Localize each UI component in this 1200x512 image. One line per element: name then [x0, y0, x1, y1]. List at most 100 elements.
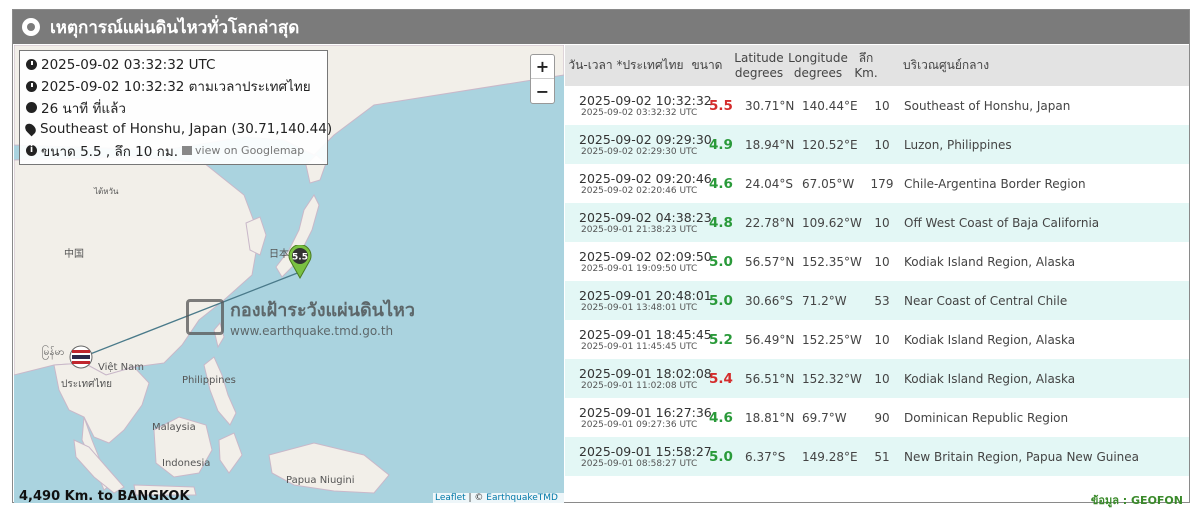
cell-region: Kodiak Island Region, Alaska [904, 254, 1076, 269]
cell-depth: 179 [870, 176, 894, 191]
info-location-line: Southeast of Honshu, Japan (30.71,140.44… [23, 119, 332, 141]
datetime-thai: 2025-09-01 20:48:01 [579, 288, 712, 303]
cell-datetime: 2025-09-02 09:29:30 2025-09-02 02:29:30 U… [579, 125, 712, 164]
col-header-depth-label: ลึก [858, 50, 874, 65]
cell-longitude: 71.2°W [802, 293, 847, 308]
bangkok-flag-marker[interactable] [69, 345, 93, 369]
data-source: ข้อมูล : GEOFON [1090, 494, 1183, 507]
cell-longitude: 152.35°W [802, 254, 862, 269]
table-row[interactable]: 2025-09-02 02:09:50 2025-09-01 19:09:50 U… [565, 242, 1189, 281]
cell-datetime: 2025-09-02 09:20:46 2025-09-02 02:20:46 U… [579, 164, 712, 203]
cell-longitude: 67.05°W [802, 176, 855, 191]
cell-depth: 51 [874, 449, 890, 464]
cell-magnitude: 4.6 [709, 175, 733, 192]
info-thai-time: 2025-09-02 10:32:32 ตามเวลาประเทศไทย [41, 79, 311, 96]
col-header-region: บริเวณศูนย์กลาง [903, 58, 990, 72]
map-label-indonesia: Indonesia [162, 458, 211, 469]
map-label-taiwan: ไต้หวัน [94, 187, 119, 196]
cell-longitude: 109.62°W [802, 215, 862, 230]
col-header-lat-unit: degrees [734, 65, 784, 80]
col-header-lat-label: Latitude [734, 50, 784, 65]
map-label-japan: 日本 [269, 249, 289, 260]
datetime-utc: 2025-09-01 09:27:36 UTC [581, 420, 698, 430]
cell-magnitude: 5.0 [709, 253, 733, 270]
googlemap-link[interactable]: view on Googlemap [182, 144, 304, 157]
datetime-thai: 2025-09-01 18:45:45 [579, 327, 712, 342]
cell-latitude: 56.49°N [745, 332, 795, 347]
epicenter-marker[interactable]: 5.5 [287, 245, 313, 279]
cell-depth: 10 [874, 137, 890, 152]
zoom-in-button[interactable]: + [531, 55, 554, 79]
col-header-lat: Latitude degrees [731, 45, 787, 86]
cell-latitude: 24.04°S [745, 176, 793, 191]
cell-depth: 10 [874, 371, 890, 386]
cell-datetime: 2025-09-02 02:09:50 2025-09-01 19:09:50 U… [579, 242, 712, 281]
datetime-thai: 2025-09-01 18:02:08 [579, 366, 712, 381]
cell-datetime: 2025-09-02 10:32:32 2025-09-02 03:32:32 U… [579, 86, 712, 125]
cell-latitude: 56.57°N [745, 254, 795, 269]
datetime-thai: 2025-09-02 02:09:50 [579, 249, 712, 264]
cell-longitude: 152.25°W [802, 332, 862, 347]
datetime-utc: 2025-09-02 03:32:32 UTC [581, 108, 698, 118]
clock-icon [26, 59, 37, 71]
map-label-malaysia: Malaysia [152, 422, 196, 433]
map-label-papua: Papua Niugini [286, 475, 355, 486]
table-row[interactable]: 2025-09-01 18:02:08 2025-09-01 11:02:08 U… [565, 359, 1189, 398]
clock-icon [26, 80, 37, 92]
cell-magnitude: 5.4 [709, 370, 733, 387]
datetime-thai: 2025-09-02 09:29:30 [579, 132, 712, 147]
earthquaketmd-link[interactable]: EarthquakeTMD [486, 493, 558, 503]
datetime-utc: 2025-09-01 11:45:45 UTC [581, 342, 698, 352]
table-row[interactable]: 2025-09-02 04:38:23 2025-09-01 21:38:23 U… [565, 203, 1189, 242]
seismograph-logo-icon [186, 298, 224, 335]
leaflet-link[interactable]: Leaflet [435, 493, 466, 503]
table-row[interactable]: 2025-09-01 16:27:36 2025-09-01 09:27:36 U… [565, 398, 1189, 437]
table-row[interactable]: 2025-09-02 10:32:32 2025-09-02 03:32:32 U… [565, 86, 1189, 125]
col-header-mag: ขนาด [691, 58, 723, 72]
earthquake-map[interactable]: 中国 日本 ไต้หวัน Việt Nam Philippines Malay… [14, 45, 564, 503]
cell-magnitude: 5.0 [709, 448, 733, 465]
cell-longitude: 149.28°E [802, 449, 858, 464]
cell-region: Kodiak Island Region, Alaska [904, 371, 1076, 386]
table-row[interactable]: 2025-09-01 15:58:27 2025-09-01 08:58:27 U… [565, 437, 1189, 476]
googlemap-link-label: view on Googlemap [195, 144, 305, 158]
radio-icon [22, 18, 40, 36]
zoom-out-button[interactable]: − [531, 79, 554, 103]
cell-region: Near Coast of Central Chile [904, 293, 1068, 308]
cell-datetime: 2025-09-02 04:38:23 2025-09-01 21:38:23 U… [579, 203, 712, 242]
earthquake-table: วัน-เวลา *ประเทศไทย ขนาด Latitude degree… [565, 45, 1189, 507]
table-row[interactable]: 2025-09-02 09:20:46 2025-09-02 02:20:46 U… [565, 164, 1189, 203]
datetime-thai: 2025-09-01 16:27:36 [579, 405, 712, 420]
map-icon [182, 146, 193, 156]
datetime-thai: 2025-09-02 04:38:23 [579, 210, 712, 225]
table-row[interactable]: 2025-09-01 18:45:45 2025-09-01 11:45:45 U… [565, 320, 1189, 359]
cell-latitude: 22.78°N [745, 215, 795, 230]
cell-region: New Britain Region, Papua New Guinea [904, 449, 1140, 464]
cell-latitude: 18.81°N [745, 410, 795, 425]
datetime-utc: 2025-09-02 02:20:46 UTC [581, 186, 698, 196]
datetime-utc: 2025-09-01 11:02:08 UTC [581, 381, 698, 391]
datetime-utc: 2025-09-02 02:29:30 UTC [581, 147, 698, 157]
distance-to-bangkok: 4,490 Km. to BANGKOK [19, 489, 190, 503]
cell-magnitude: 4.9 [709, 136, 733, 153]
epicenter-marker-mag: 5.5 [292, 253, 308, 263]
map-label-myanmar: မြန်မာ [42, 347, 65, 358]
col-header-depth-unit: Km. [854, 65, 878, 80]
map-attribution: Leaflet | © EarthquakeTMD [433, 493, 564, 503]
info-icon: i [26, 145, 37, 157]
cell-region: Dominican Republic Region [904, 410, 1069, 425]
info-mag-line: i ขนาด 5.5 , ลึก 10 กม. view on Googlema… [26, 140, 321, 162]
cell-datetime: 2025-09-01 18:45:45 2025-09-01 11:45:45 U… [579, 320, 712, 359]
cell-magnitude: 4.6 [709, 409, 733, 426]
table-row[interactable]: 2025-09-01 20:48:01 2025-09-01 13:48:01 U… [565, 281, 1189, 320]
datetime-thai: 2025-09-02 09:20:46 [579, 171, 712, 186]
table-row[interactable]: 2025-09-02 09:29:30 2025-09-02 02:29:30 U… [565, 125, 1189, 164]
panel-header: เหตุการณ์แผ่นดินไหวทั่วโลกล่าสุด [13, 10, 1189, 44]
cell-depth: 10 [874, 332, 890, 347]
cell-depth: 10 [874, 254, 890, 269]
cell-datetime: 2025-09-01 20:48:01 2025-09-01 13:48:01 U… [579, 281, 712, 320]
info-thai-line: 2025-09-02 10:32:32 ตามเวลาประเทศไทย [26, 76, 321, 98]
cell-latitude: 30.71°N [745, 98, 795, 113]
datetime-utc: 2025-09-01 13:48:01 UTC [581, 303, 698, 313]
col-header-datetime: วัน-เวลา *ประเทศไทย [568, 58, 684, 72]
